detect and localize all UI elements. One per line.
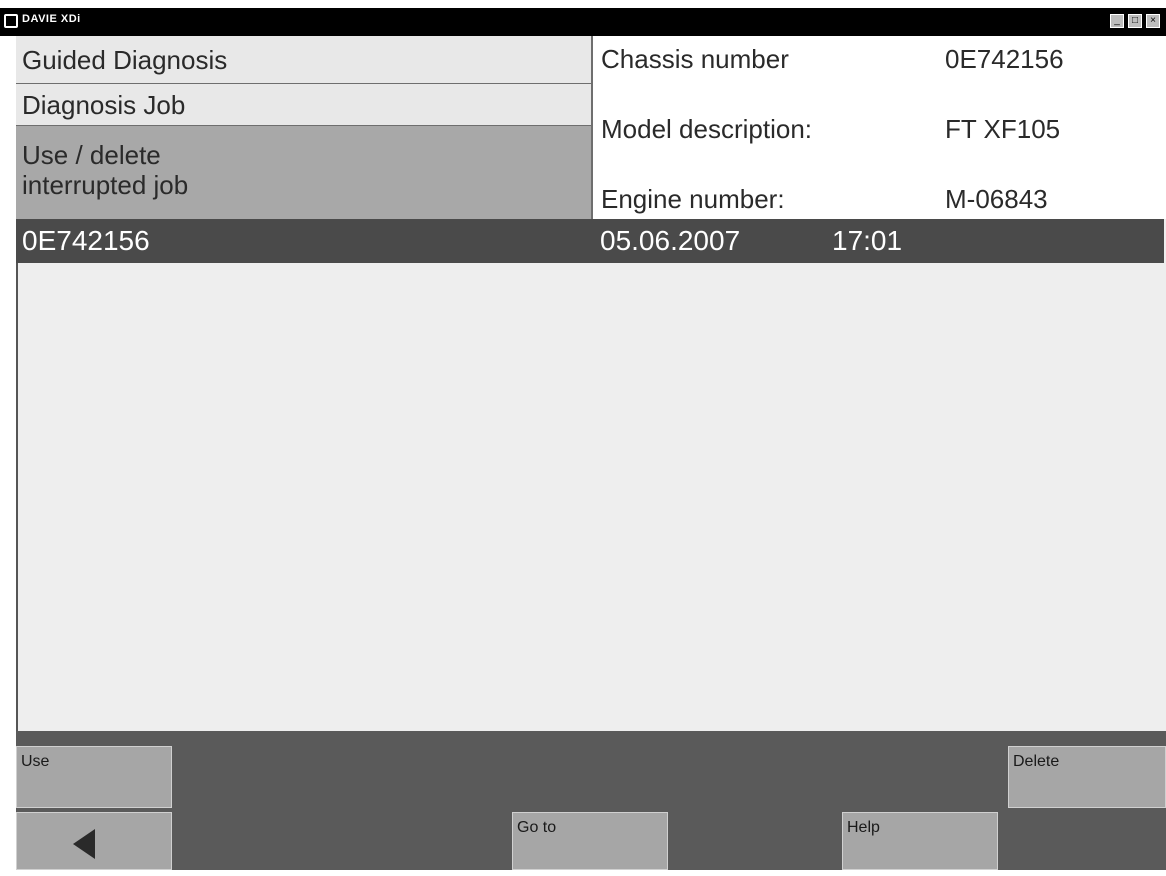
nav-item-guided-diagnosis[interactable]: Guided Diagnosis xyxy=(16,36,591,84)
job-date: 05.06.2007 xyxy=(600,225,741,256)
delete-button-label: Delete xyxy=(1013,753,1060,770)
model-description-label: Model description: xyxy=(601,114,812,144)
help-button[interactable]: Help xyxy=(842,812,998,870)
job-time: 17:01 xyxy=(832,225,903,256)
app-icon xyxy=(4,14,18,28)
go-to-button[interactable]: Go to xyxy=(512,812,668,870)
nav-item-label-line1: Use / delete xyxy=(22,140,161,170)
window-title: DAVIE XDi xyxy=(22,13,81,25)
close-button[interactable]: × xyxy=(1146,14,1160,28)
vehicle-info-panel: Chassis number 0E742156 Model descriptio… xyxy=(591,36,1166,219)
back-arrow-icon xyxy=(73,829,95,859)
use-button[interactable]: Use xyxy=(16,746,172,808)
job-chassis-number: 0E742156 xyxy=(22,225,150,256)
title-bar: DAVIE XDi _ □ × xyxy=(0,8,1166,36)
use-button-label: Use xyxy=(21,753,50,770)
interrupted-job-list xyxy=(16,219,1166,731)
go-to-button-label: Go to xyxy=(517,819,557,836)
delete-button[interactable]: Delete xyxy=(1008,746,1166,808)
left-margin xyxy=(0,36,16,870)
nav-item-label: Guided Diagnosis xyxy=(22,45,228,75)
maximize-button[interactable]: □ xyxy=(1128,14,1142,28)
engine-number-value: M-06843 xyxy=(945,184,1048,214)
chassis-number-label: Chassis number xyxy=(601,44,789,74)
nav-item-diagnosis-job[interactable]: Diagnosis Job xyxy=(16,84,591,126)
help-button-label: Help xyxy=(847,819,880,836)
nav-item-label-line2: interrupted job xyxy=(22,170,189,200)
chassis-number-value: 0E742156 xyxy=(945,44,1064,74)
job-list-row-selected[interactable]: 0E742156 05.06.2007 17:01 xyxy=(16,219,1164,263)
model-description-value: FT XF105 xyxy=(945,114,1061,144)
nav-item-use-delete-interrupted-job[interactable]: Use / delete interrupted job xyxy=(16,126,591,219)
back-button[interactable] xyxy=(16,812,172,870)
nav-item-label: Diagnosis Job xyxy=(22,90,186,120)
minimize-button[interactable]: _ xyxy=(1110,14,1124,28)
engine-number-label: Engine number: xyxy=(601,184,785,214)
